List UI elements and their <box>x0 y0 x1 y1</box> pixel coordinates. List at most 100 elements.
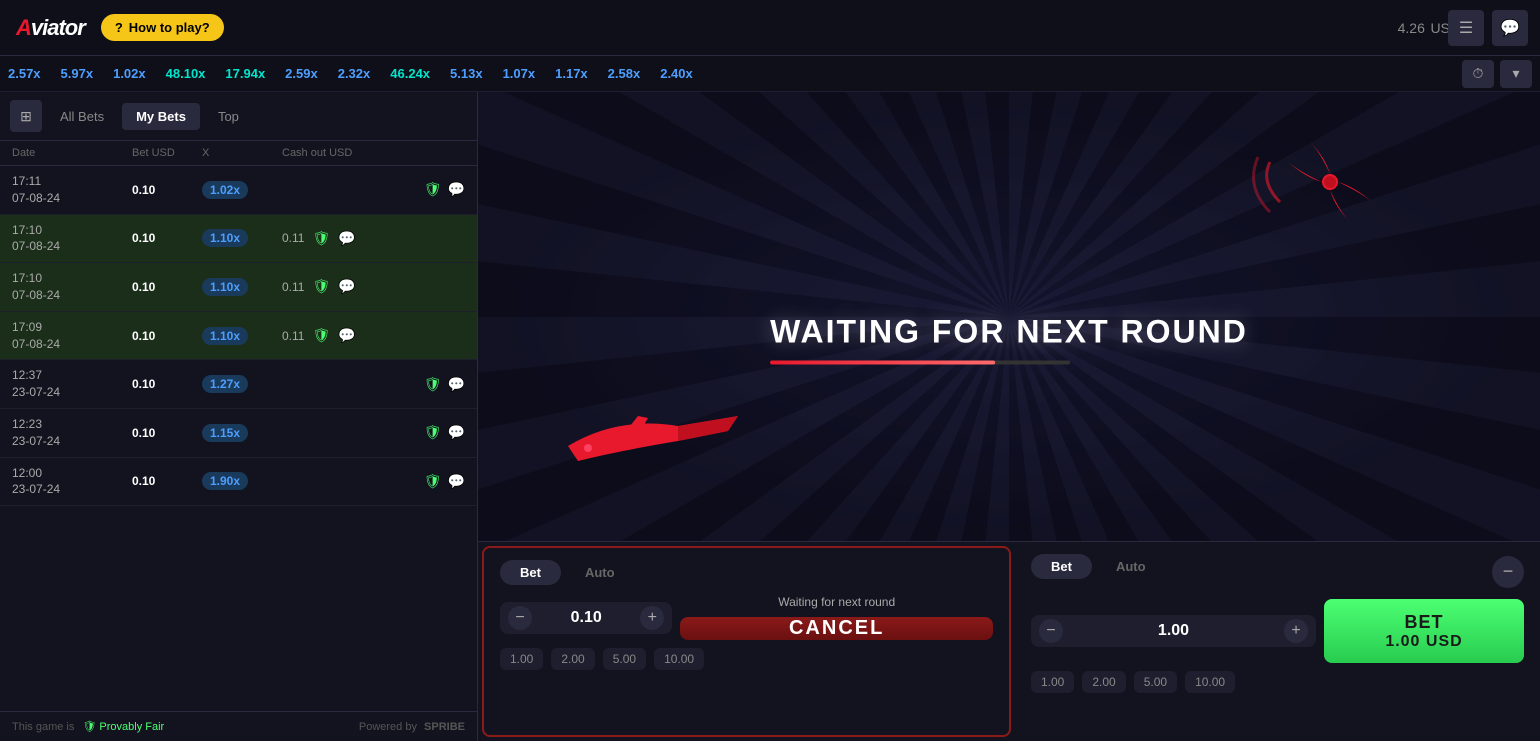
row-time: 17:11 07-08-24 <box>12 173 132 207</box>
quick-amt-2-3[interactable]: 5.00 <box>1134 671 1177 693</box>
row-bet: 0.10 <box>132 280 202 294</box>
progress-bar-fill <box>770 360 995 364</box>
how-to-play-button[interactable]: ? How to play? <box>101 14 224 41</box>
quick-amounts-2: 1.00 2.00 5.00 10.00 <box>1031 671 1524 693</box>
col-bet: Bet USD <box>132 147 202 159</box>
bet-amount-value-2: 1.00 <box>1071 622 1276 640</box>
mult-val-4[interactable]: 48.10x <box>166 66 206 81</box>
quick-amt-3[interactable]: 5.00 <box>603 648 646 670</box>
shield-icon[interactable]: 🛡 <box>424 376 442 393</box>
bet-button[interactable]: BET 1.00 USD <box>1324 599 1524 663</box>
plane-area <box>558 396 758 481</box>
row-cashout: 0.11 <box>282 231 304 245</box>
close-panel-button[interactable]: − <box>1492 556 1524 588</box>
table-row: 17:10 07-08-24 0.10 1.10x 0.11 🛡 💬 <box>0 263 477 312</box>
row-cashout-area: 0.11 🛡 💬 <box>282 230 465 247</box>
table-row: 17:11 07-08-24 0.10 1.02x 🛡 💬 <box>0 166 477 215</box>
right-area: WAITING FOR NEXT ROUND Bet Auto − 0.10 <box>478 92 1540 741</box>
tab-my-bets[interactable]: My Bets <box>122 103 200 130</box>
progress-bar <box>770 360 1070 364</box>
panel-1-bet-tab[interactable]: Bet <box>500 560 561 585</box>
quick-amt-1[interactable]: 1.00 <box>500 648 543 670</box>
decrease-amount-button[interactable]: − <box>508 606 532 630</box>
tab-all-bets[interactable]: All Bets <box>46 103 118 130</box>
table-row: 12:37 23-07-24 0.10 1.27x 🛡 💬 <box>0 360 477 409</box>
panel-2-auto-tab[interactable]: Auto <box>1096 554 1166 579</box>
chat-icon[interactable]: 💬 <box>448 424 465 441</box>
quick-amt-2-4[interactable]: 10.00 <box>1185 671 1235 693</box>
bet-amount-row: − 0.10 + Waiting for next round CANCEL <box>500 595 993 640</box>
row-time: 17:10 07-08-24 <box>12 270 132 304</box>
top-nav: Aviator ? How to play? 4.26 USD ☰ 💬 <box>0 0 1540 56</box>
mult-val-7[interactable]: 2.32x <box>338 66 371 81</box>
mult-val-13[interactable]: 2.40x <box>660 66 693 81</box>
shield-icon[interactable]: 🛡 <box>424 181 442 198</box>
row-actions: 🛡 💬 <box>424 376 465 393</box>
mult-val-11[interactable]: 1.17x <box>555 66 588 81</box>
history-button[interactable]: ⏱ <box>1462 60 1494 88</box>
table-row: 17:09 07-08-24 0.10 1.10x 0.11 🛡 💬 <box>0 312 477 361</box>
col-date: Date <box>12 147 132 159</box>
table-row: 12:23 23-07-24 0.10 1.15x 🛡 💬 <box>0 409 477 458</box>
bet-panel-1: Bet Auto − 0.10 + Waiting for next round… <box>482 546 1011 737</box>
mult-val-12[interactable]: 2.58x <box>608 66 641 81</box>
increase-amount-button[interactable]: + <box>640 606 664 630</box>
shield-icon[interactable]: 🛡 <box>424 424 442 441</box>
quick-amt-2-2[interactable]: 2.00 <box>1082 671 1125 693</box>
bet-amount-value: 0.10 <box>540 609 632 627</box>
row-bet: 0.10 <box>132 377 202 391</box>
history-controls: ⏱ ▾ <box>1462 60 1532 88</box>
tabs-row: ⊞ All Bets My Bets Top <box>0 92 477 141</box>
cancel-button[interactable]: CANCEL <box>680 617 993 640</box>
left-footer: This game is 🛡 Provably Fair Powered by … <box>0 711 477 741</box>
row-time: 12:37 23-07-24 <box>12 367 132 401</box>
bets-table: Date Bet USD X Cash out USD 17:11 07-08-… <box>0 141 477 711</box>
mult-val-1[interactable]: 2.57x <box>8 66 41 81</box>
mult-val-6[interactable]: 2.59x <box>285 66 318 81</box>
mult-val-2[interactable]: 5.97x <box>61 66 94 81</box>
menu-button[interactable]: ☰ <box>1448 10 1484 46</box>
question-icon: ? <box>115 20 123 35</box>
row-mult: 1.27x <box>202 375 282 393</box>
dropdown-button[interactable]: ▾ <box>1500 60 1532 88</box>
chat-icon[interactable]: 💬 <box>448 473 465 490</box>
decrease-amount-button-2[interactable]: − <box>1039 619 1063 643</box>
quick-amt-4[interactable]: 10.00 <box>654 648 704 670</box>
chat-icon[interactable]: 💬 <box>448 376 465 393</box>
row-bet: 0.10 <box>132 231 202 245</box>
quick-amt-2-1[interactable]: 1.00 <box>1031 671 1074 693</box>
quick-amt-2[interactable]: 2.00 <box>551 648 594 670</box>
row-actions: 🛡 💬 <box>424 473 465 490</box>
nav-icons: ☰ 💬 <box>1448 10 1528 46</box>
row-bet: 0.10 <box>132 474 202 488</box>
increase-amount-button-2[interactable]: + <box>1284 619 1308 643</box>
row-bet: 0.10 <box>132 183 202 197</box>
mult-val-5[interactable]: 17.94x <box>225 66 265 81</box>
mult-val-10[interactable]: 1.07x <box>503 66 536 81</box>
panel-1-auto-tab[interactable]: Auto <box>565 560 635 585</box>
mult-val-9[interactable]: 5.13x <box>450 66 483 81</box>
mult-val-8[interactable]: 46.24x <box>390 66 430 81</box>
panel-2-tabs: Bet Auto <box>1031 554 1166 579</box>
panel-2-bet-tab[interactable]: Bet <box>1031 554 1092 579</box>
row-mult: 1.90x <box>202 472 282 490</box>
chat-icon[interactable]: 💬 <box>338 230 355 247</box>
row-time: 17:09 07-08-24 <box>12 319 132 353</box>
mult-val-3[interactable]: 1.02x <box>113 66 146 81</box>
row-actions: 🛡 💬 <box>424 181 465 198</box>
row-mult: 1.10x <box>202 278 282 296</box>
shield-icon[interactable]: 🛡 <box>424 473 442 490</box>
chat-icon[interactable]: 💬 <box>338 278 355 295</box>
chat-button[interactable]: 💬 <box>1492 10 1528 46</box>
shield-icon[interactable]: 🛡 <box>312 278 330 295</box>
shield-icon[interactable]: 🛡 <box>312 230 330 247</box>
shield-icon: 🛡 <box>82 721 96 733</box>
tab-top[interactable]: Top <box>204 103 253 130</box>
chat-icon[interactable]: 💬 <box>338 327 355 344</box>
shield-icon[interactable]: 🛡 <box>312 327 330 344</box>
row-cashout: 0.11 <box>282 280 304 294</box>
chat-icon[interactable]: 💬 <box>448 181 465 198</box>
row-mult: 1.02x <box>202 181 282 199</box>
grid-view-button[interactable]: ⊞ <box>10 100 42 132</box>
panel-1-tabs: Bet Auto <box>500 560 993 585</box>
